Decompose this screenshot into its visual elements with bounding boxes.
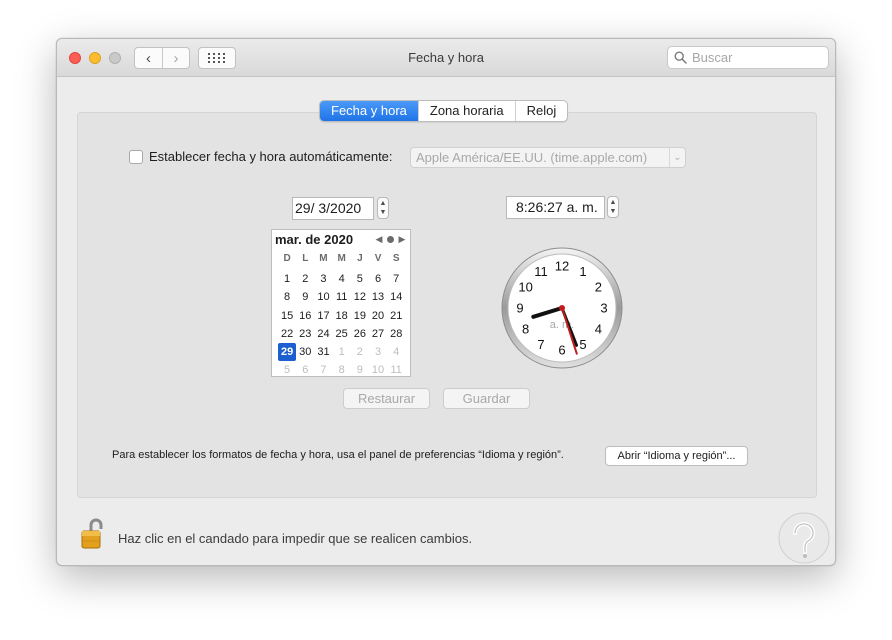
- calendar-day[interactable]: 10: [314, 288, 332, 306]
- calendar-day[interactable]: 19: [351, 307, 369, 325]
- calendar-day[interactable]: 14: [387, 288, 405, 306]
- calendar-day[interactable]: 22: [278, 325, 296, 343]
- calendar-day[interactable]: 13: [369, 288, 387, 306]
- time-field[interactable]: 8:26:27 a. m.: [506, 196, 605, 219]
- calendar-day[interactable]: 5: [278, 361, 296, 379]
- padlock-icon[interactable]: [81, 517, 103, 551]
- clock-number: 5: [579, 337, 586, 352]
- calendar-day[interactable]: 12: [351, 288, 369, 306]
- clock-number: 11: [534, 264, 548, 279]
- calendar-weekday: V: [374, 253, 382, 264]
- tab-clock[interactable]: Reloj: [514, 101, 568, 121]
- chevron-down-icon: ⌄: [669, 148, 685, 167]
- calendar-day[interactable]: 28: [387, 325, 405, 343]
- calendar-day[interactable]: 17: [314, 307, 332, 325]
- date-field[interactable]: 29/ 3/2020: [292, 197, 374, 220]
- auto-time-checkbox[interactable]: [129, 149, 143, 164]
- clock-number: 12: [555, 259, 569, 274]
- calendar-day[interactable]: 27: [369, 325, 387, 343]
- search-input[interactable]: [692, 50, 822, 65]
- clock-center-pin: [559, 305, 565, 311]
- clock-number: 8: [522, 322, 529, 337]
- tab-date-time[interactable]: Fecha y hora: [320, 101, 418, 121]
- clock-number: 10: [518, 280, 532, 295]
- calendar-day[interactable]: 11: [333, 288, 351, 306]
- calendar-day[interactable]: 1: [278, 270, 296, 288]
- calendar-day[interactable]: 16: [296, 307, 314, 325]
- calendar-day[interactable]: 5: [351, 270, 369, 288]
- time-server-value: Apple América/EE.UU. (time.apple.com): [416, 150, 648, 165]
- calendar-day[interactable]: 26: [351, 325, 369, 343]
- calendar-day[interactable]: 9: [351, 361, 369, 379]
- calendar-weekday: M: [319, 253, 328, 264]
- calendar-day[interactable]: 1: [333, 343, 351, 361]
- calendar-day[interactable]: 7: [387, 270, 405, 288]
- calendar-day[interactable]: 23: [296, 325, 314, 343]
- calendar-day[interactable]: 30: [296, 343, 314, 361]
- calendar-day[interactable]: 25: [333, 325, 351, 343]
- calendar-day[interactable]: 15: [278, 307, 296, 325]
- previous-month-button[interactable]: ◀: [374, 234, 384, 245]
- tab-bar: Fecha y hora Zona horaria Reloj: [319, 100, 569, 122]
- calendar-nav: ◀ ▶: [374, 234, 407, 245]
- calendar-day[interactable]: 3: [369, 343, 387, 361]
- calendar-day[interactable]: 3: [314, 270, 332, 288]
- calendar-day[interactable]: 2: [351, 343, 369, 361]
- calendar-day[interactable]: 8: [333, 361, 351, 379]
- calendar-day[interactable]: 10: [369, 361, 387, 379]
- calendar-grid: D L M M J V S 1 2 3 4 5 6 7 8 9 10 11 12 13 14 15 16 17 18 19 20 21…: [278, 252, 405, 379]
- tab-time-zone[interactable]: Zona horaria: [417, 101, 515, 121]
- search-box[interactable]: [667, 46, 829, 69]
- calendar-day[interactable]: 20: [369, 307, 387, 325]
- save-button[interactable]: Guardar: [443, 388, 530, 409]
- calendar-weekday: J: [357, 253, 363, 264]
- content-panel: [77, 112, 817, 498]
- next-month-button[interactable]: ▶: [397, 234, 407, 245]
- calendar-day[interactable]: 6: [369, 270, 387, 288]
- format-note: Para establecer los formatos de fecha y …: [112, 449, 564, 461]
- time-stepper[interactable]: ▲ ▼: [607, 196, 619, 218]
- calendar-day[interactable]: 21: [387, 307, 405, 325]
- search-icon: [674, 51, 687, 64]
- calendar-day[interactable]: 6: [296, 361, 314, 379]
- calendar-day[interactable]: 31: [314, 343, 332, 361]
- calendar-day[interactable]: 4: [333, 270, 351, 288]
- calendar-day[interactable]: 29: [278, 342, 297, 362]
- calendar-day[interactable]: 11: [387, 361, 405, 379]
- clock-number: 2: [595, 280, 602, 295]
- calendar-weekday: L: [302, 253, 309, 264]
- calendar-day[interactable]: 18: [333, 307, 351, 325]
- date-stepper[interactable]: ▲ ▼: [377, 197, 389, 219]
- calendar-day[interactable]: 7: [314, 361, 332, 379]
- clock-number: 1: [579, 264, 586, 279]
- calendar-weekday: D: [283, 253, 291, 264]
- calendar-day[interactable]: 24: [314, 325, 332, 343]
- calendar-day[interactable]: 8: [278, 288, 296, 306]
- clock-number: 3: [600, 301, 607, 316]
- analog-clock[interactable]: 12 1 2 3 4 5 6 7 8 9 10 11 a. m.: [501, 247, 623, 372]
- calendar-day[interactable]: 2: [296, 270, 314, 288]
- calendar: mar. de 2020 ◀ ▶ D L M M J V S 1 2 3 4 5 6 7 8 9 10 11 12 1…: [271, 229, 411, 377]
- calendar-day[interactable]: 9: [296, 288, 314, 306]
- clock-number: 6: [558, 343, 565, 358]
- clock-number: 7: [537, 337, 544, 352]
- auto-time-label: Establecer fecha y hora automáticamente:: [149, 149, 393, 164]
- clock-number: 4: [595, 322, 602, 337]
- time-server-select[interactable]: Apple América/EE.UU. (time.apple.com) ⌄: [410, 147, 686, 168]
- system-preferences-window: ‹ › Fecha y hora Fecha y hora Zona horar…: [56, 38, 836, 566]
- auto-time-row: Establecer fecha y hora automáticamente:: [129, 149, 393, 164]
- restore-button[interactable]: Restaurar: [343, 388, 430, 409]
- calendar-weekday: M: [337, 253, 346, 264]
- calendar-day[interactable]: 4: [387, 343, 405, 361]
- clock-number: 9: [516, 301, 523, 316]
- calendar-month-label: mar. de 2020: [275, 232, 354, 247]
- question-mark-logo-icon: [777, 511, 831, 568]
- open-language-region-button[interactable]: Abrir “Idioma y región”...: [605, 446, 748, 466]
- today-button[interactable]: [387, 236, 394, 243]
- lock-note: Haz clic en el candado para impedir que …: [118, 531, 473, 546]
- calendar-weekday: S: [392, 253, 400, 264]
- titlebar: ‹ › Fecha y hora: [57, 39, 835, 77]
